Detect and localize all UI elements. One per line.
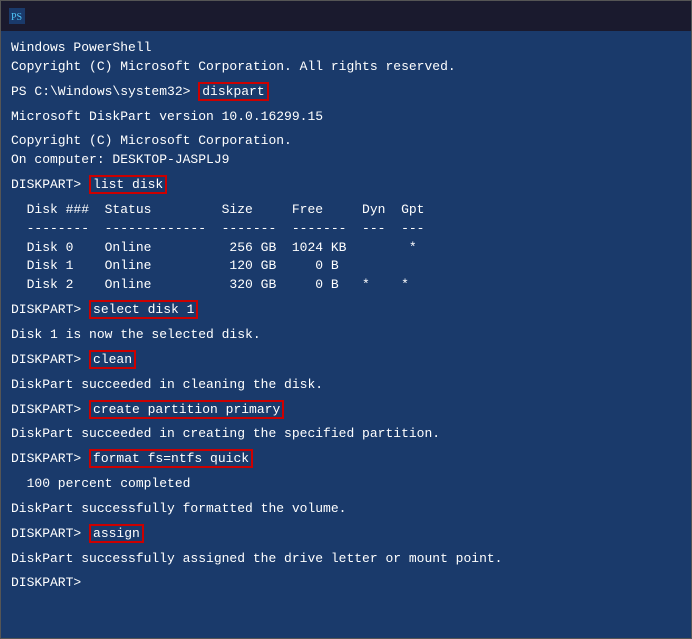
- title-bar: PS: [1, 1, 691, 31]
- console-output[interactable]: Windows PowerShellCopyright (C) Microsof…: [1, 31, 691, 638]
- prompt-text: DISKPART>: [11, 302, 89, 317]
- prompt-line: DISKPART>: [11, 574, 681, 593]
- output-line: Windows PowerShell: [11, 39, 681, 58]
- prompt-text: DISKPART>: [11, 177, 89, 192]
- output-line: Copyright (C) Microsoft Corporation.: [11, 132, 681, 151]
- maximize-button[interactable]: [591, 1, 637, 31]
- output-line: DiskPart succeeded in creating the speci…: [11, 425, 681, 444]
- output-line: Microsoft DiskPart version 10.0.16299.15: [11, 108, 681, 127]
- output-line: Disk ### Status Size Free Dyn Gpt: [11, 201, 681, 220]
- command-text: select disk 1: [89, 300, 198, 319]
- prompt-line: DISKPART> list disk: [11, 176, 681, 195]
- output-line: Disk 1 is now the selected disk.: [11, 326, 681, 345]
- command-text: diskpart: [198, 82, 268, 101]
- prompt-text: DISKPART>: [11, 526, 89, 541]
- prompt-text: PS C:\Windows\system32>: [11, 84, 198, 99]
- powershell-window: PS Windows PowerShellCopyright (C) Micro…: [0, 0, 692, 639]
- output-line: DiskPart succeeded in cleaning the disk.: [11, 376, 681, 395]
- command-text: assign: [89, 524, 144, 543]
- prompt-text: DISKPART>: [11, 402, 89, 417]
- output-line: -------- ------------- ------- ------- -…: [11, 220, 681, 239]
- prompt-line: DISKPART> clean: [11, 351, 681, 370]
- output-line: DiskPart successfully assigned the drive…: [11, 550, 681, 569]
- output-line: Disk 0 Online 256 GB 1024 KB *: [11, 239, 681, 258]
- prompt-line: DISKPART> create partition primary: [11, 401, 681, 420]
- close-button[interactable]: [637, 1, 683, 31]
- output-line: 100 percent completed: [11, 475, 681, 494]
- output-line: DiskPart successfully formatted the volu…: [11, 500, 681, 519]
- command-text: format fs=ntfs quick: [89, 449, 253, 468]
- output-line: Disk 1 Online 120 GB 0 B: [11, 257, 681, 276]
- app-icon: PS: [9, 8, 25, 24]
- output-line: Disk 2 Online 320 GB 0 B * *: [11, 276, 681, 295]
- prompt-line: PS C:\Windows\system32> diskpart: [11, 83, 681, 102]
- prompt-line: DISKPART> format fs=ntfs quick: [11, 450, 681, 469]
- prompt-line: DISKPART> assign: [11, 525, 681, 544]
- command-text: clean: [89, 350, 136, 369]
- command-text: list disk: [89, 175, 167, 194]
- window-controls: [545, 1, 683, 31]
- output-line: On computer: DESKTOP-JASPLJ9: [11, 151, 681, 170]
- command-text: create partition primary: [89, 400, 284, 419]
- prompt-line: DISKPART> select disk 1: [11, 301, 681, 320]
- output-line: Copyright (C) Microsoft Corporation. All…: [11, 58, 681, 77]
- prompt-text: DISKPART>: [11, 352, 89, 367]
- svg-text:PS: PS: [11, 12, 22, 23]
- prompt-text: DISKPART>: [11, 451, 89, 466]
- minimize-button[interactable]: [545, 1, 591, 31]
